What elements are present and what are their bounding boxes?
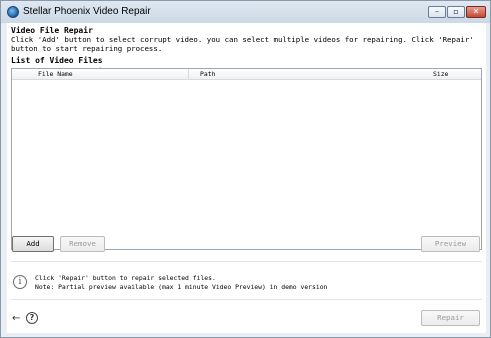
column-file-name[interactable]: File Name (38, 70, 73, 78)
minimize-button[interactable]: – (428, 6, 446, 18)
instructions-text: Click 'Add' button to select corrupt vid… (11, 35, 474, 53)
remove-button[interactable]: Remove (60, 236, 105, 252)
window-title: Stellar Phoenix Video Repair (23, 6, 151, 17)
table-header: ^ File Name Path Size (12, 67, 481, 80)
info-line-1: Click 'Repair' button to repair selected… (35, 274, 216, 282)
column-path[interactable]: Path (200, 70, 215, 78)
info-icon: i (13, 275, 27, 289)
divider (11, 299, 482, 300)
repair-button[interactable]: Repair (421, 310, 480, 326)
divider (11, 261, 482, 262)
preview-button[interactable]: Preview (421, 236, 480, 252)
maximize-button[interactable]: ▫ (447, 6, 465, 18)
main-panel: Video File Repair Click 'Add' button to … (7, 23, 486, 333)
info-line-2: Note: Partial preview available (max 1 m… (35, 283, 328, 291)
page-title: Video File Repair (11, 26, 93, 35)
column-divider[interactable] (188, 69, 189, 79)
sort-arrow-icon: ^ (98, 67, 104, 74)
help-icon[interactable]: ? (26, 312, 38, 324)
column-size[interactable]: Size (433, 70, 448, 78)
info-text: Click 'Repair' button to repair selected… (35, 274, 327, 292)
list-title: List of Video Files (11, 56, 103, 65)
add-button[interactable]: Add (12, 236, 54, 252)
back-arrow-icon[interactable]: ← (12, 313, 20, 324)
close-button[interactable]: ✕ (466, 6, 486, 18)
title-bar: Stellar Phoenix Video Repair – ▫ ✕ (1, 1, 490, 23)
video-files-table[interactable]: ^ File Name Path Size (11, 67, 482, 250)
app-window: Stellar Phoenix Video Repair – ▫ ✕ Video… (0, 0, 491, 338)
app-logo-icon (7, 6, 19, 18)
